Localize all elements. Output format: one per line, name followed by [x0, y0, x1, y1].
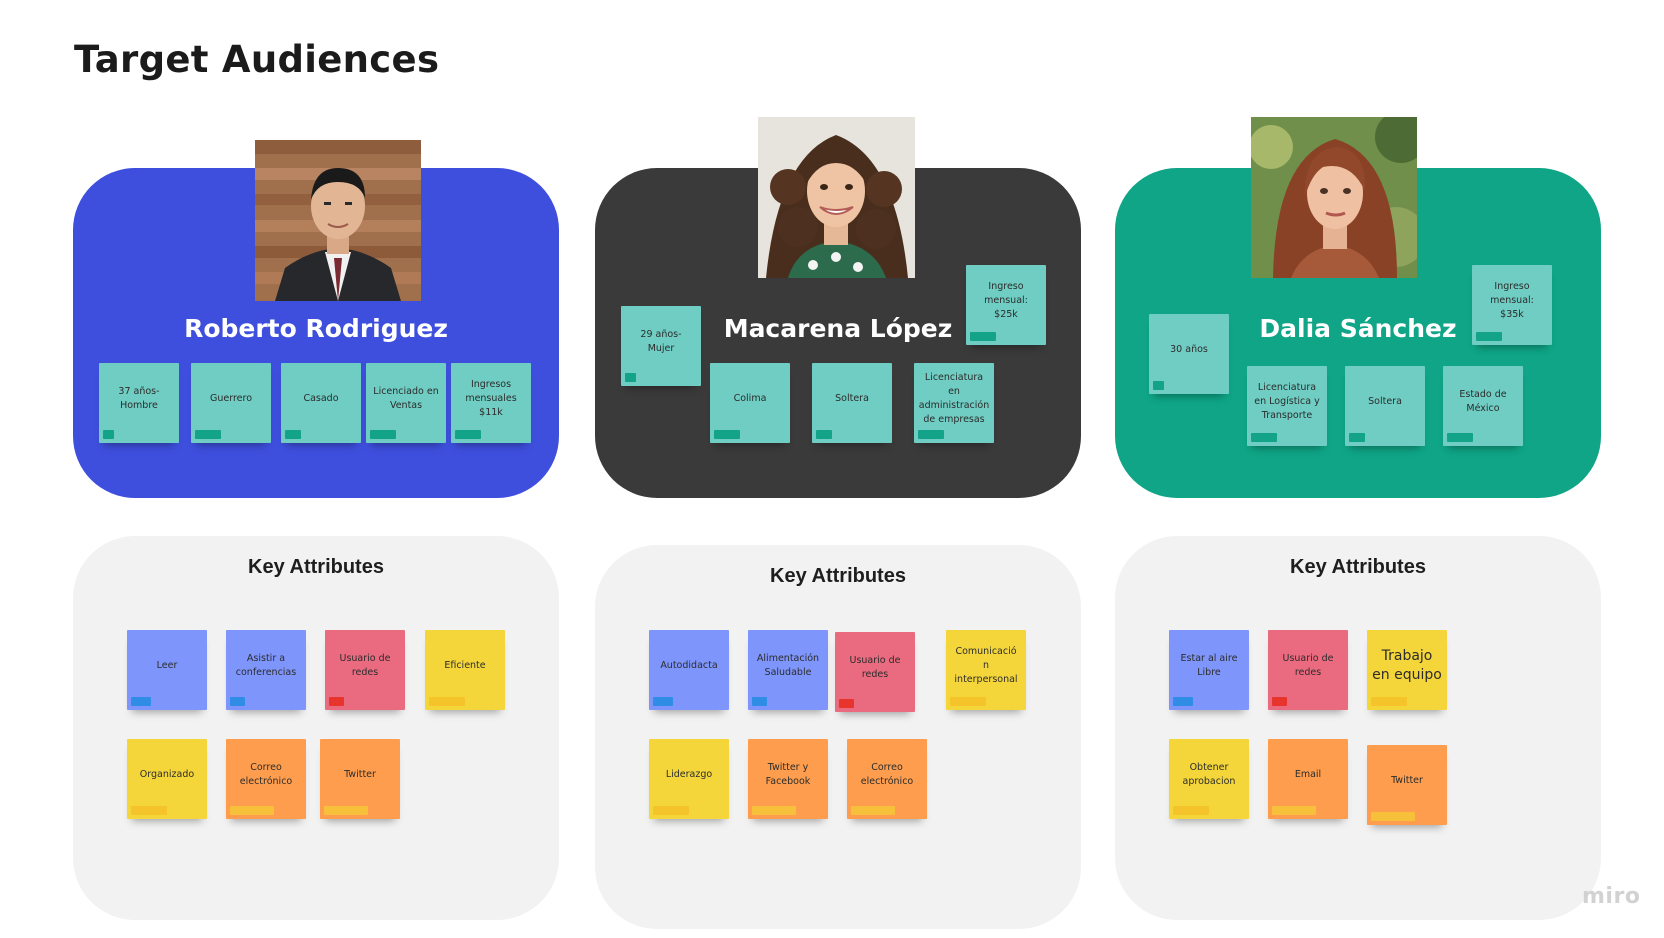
sticky-note[interactable]: Colima: [710, 363, 790, 443]
sticky-tag: [1371, 697, 1407, 706]
sticky-tag: [195, 430, 221, 439]
sticky-note[interactable]: Alimentación Saludable: [748, 630, 828, 710]
sticky-note[interactable]: Organizado: [127, 739, 207, 819]
sticky-tag: [1272, 697, 1287, 706]
sticky-tag: [1272, 806, 1316, 815]
sticky-tag: [1173, 697, 1193, 706]
sticky-tag: [1251, 433, 1277, 442]
sticky-note[interactable]: Obtener aprobacion: [1169, 739, 1249, 819]
sticky-note[interactable]: Autodidacta: [649, 630, 729, 710]
curly-haired-woman-photo[interactable]: [758, 117, 915, 278]
sticky-tag: [1476, 332, 1502, 341]
sticky-note[interactable]: Casado: [281, 363, 361, 443]
sticky-tag: [370, 430, 396, 439]
sticky-tag: [851, 806, 895, 815]
long-haired-woman-photo[interactable]: [1251, 117, 1417, 278]
sticky-note[interactable]: Estado de México: [1443, 366, 1523, 446]
sticky-note[interactable]: Usuario de redes: [325, 630, 405, 710]
sticky-tag: [1349, 433, 1365, 442]
sticky-note[interactable]: Twitter: [1367, 745, 1447, 825]
sticky-tag: [285, 430, 301, 439]
sticky-tag: [950, 697, 986, 706]
sticky-note[interactable]: 30 años: [1149, 314, 1229, 394]
sticky-tag: [429, 697, 465, 706]
sticky-note[interactable]: Eficiente: [425, 630, 505, 710]
sticky-tag: [752, 806, 796, 815]
sticky-tag: [230, 697, 245, 706]
sticky-note[interactable]: Comunicació n interpersonal: [946, 630, 1026, 710]
sticky-note[interactable]: Twitter: [320, 739, 400, 819]
sticky-note[interactable]: Soltera: [1345, 366, 1425, 446]
page-title: Target Audiences: [74, 38, 440, 81]
sticky-note[interactable]: Licenciado en Ventas: [366, 363, 446, 443]
sticky-note[interactable]: Leer: [127, 630, 207, 710]
sticky-note[interactable]: Estar al aire Libre: [1169, 630, 1249, 710]
sticky-tag: [839, 699, 854, 708]
sticky-tag: [714, 430, 740, 439]
sticky-tag: [1173, 806, 1209, 815]
key-attributes-panel-dalia[interactable]: [1115, 536, 1601, 920]
sticky-tag: [1371, 812, 1415, 821]
sticky-note[interactable]: Licenciatura en administración de empres…: [914, 363, 994, 443]
sticky-note[interactable]: Email: [1268, 739, 1348, 819]
sticky-tag: [1447, 433, 1473, 442]
sticky-tag: [103, 430, 114, 439]
attributes-title: Key Attributes: [770, 565, 906, 587]
sticky-note[interactable]: Soltera: [812, 363, 892, 443]
persona-name: Roberto Rodriguez: [184, 314, 448, 343]
attributes-title: Key Attributes: [248, 556, 384, 578]
sticky-tag: [324, 806, 368, 815]
sticky-note[interactable]: Correo electrónico: [847, 739, 927, 819]
sticky-tag: [329, 697, 344, 706]
sticky-tag: [1153, 381, 1164, 390]
sticky-tag: [653, 806, 689, 815]
sticky-tag: [918, 430, 944, 439]
sticky-note[interactable]: Trabajo en equipo: [1367, 630, 1447, 710]
sticky-tag: [131, 697, 151, 706]
sticky-tag: [816, 430, 832, 439]
sticky-tag: [625, 373, 636, 382]
sticky-tag: [455, 430, 481, 439]
sticky-note[interactable]: Licenciatura en Logística y Transporte: [1247, 366, 1327, 446]
attributes-title: Key Attributes: [1290, 556, 1426, 578]
sticky-note[interactable]: Asistir a conferencias: [226, 630, 306, 710]
sticky-note[interactable]: Ingresos mensuales $11k: [451, 363, 531, 443]
sticky-tag: [752, 697, 767, 706]
sticky-note[interactable]: 37 años- Hombre: [99, 363, 179, 443]
sticky-note[interactable]: Liderazgo: [649, 739, 729, 819]
key-attributes-panel-macarena[interactable]: [595, 545, 1081, 929]
miro-logo: miro: [1582, 884, 1641, 909]
sticky-tag: [653, 697, 673, 706]
sticky-note[interactable]: Guerrero: [191, 363, 271, 443]
sticky-note[interactable]: Ingreso mensual: $25k: [966, 265, 1046, 345]
sticky-note[interactable]: Correo electrónico: [226, 739, 306, 819]
sticky-note[interactable]: Usuario de redes: [1268, 630, 1348, 710]
sticky-tag: [230, 806, 274, 815]
sticky-tag: [131, 806, 167, 815]
man-in-suit-photo[interactable]: [255, 140, 421, 301]
sticky-note[interactable]: Usuario de redes: [835, 632, 915, 712]
sticky-note[interactable]: Ingreso mensual: $35k: [1472, 265, 1552, 345]
key-attributes-panel-roberto[interactable]: [73, 536, 559, 920]
sticky-note[interactable]: Twitter y Facebook: [748, 739, 828, 819]
sticky-tag: [970, 332, 996, 341]
sticky-note[interactable]: 29 años- Mujer: [621, 306, 701, 386]
